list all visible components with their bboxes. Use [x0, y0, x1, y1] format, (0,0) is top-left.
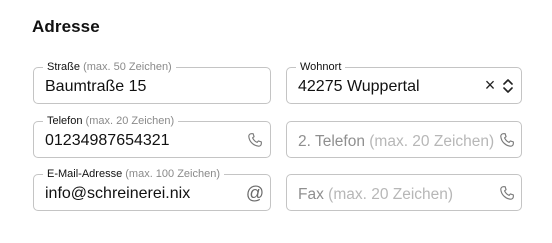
fax-placeholder[interactable]: Fax (max. 20 Zeichen) — [298, 185, 453, 204]
street-value[interactable]: Baumtraße 15 — [45, 77, 146, 96]
phone2-field[interactable]: 2. Telefon (max. 20 Zeichen) — [286, 121, 522, 158]
at-sign-icon[interactable]: @ — [246, 184, 264, 202]
section-title: Adresse — [32, 17, 100, 36]
email-label: E-Mail-Adresse (max. 100 Zeichen) — [43, 167, 225, 181]
email-label-hint: (max. 100 Zeichen) — [125, 168, 221, 180]
email-label-text: E-Mail-Adresse — [47, 168, 123, 180]
phone2-placeholder-hint: (max. 20 Zeichen) — [369, 133, 495, 150]
city-label-text: Wohnort — [300, 61, 342, 73]
phone-icon[interactable] — [498, 184, 516, 202]
clear-icon[interactable]: × — [481, 76, 499, 94]
phone2-placeholder-label: 2. Telefon — [298, 133, 365, 150]
street-label-hint: (max. 50 Zeichen) — [83, 61, 172, 73]
at-sign-glyph: @ — [245, 183, 265, 203]
phone-icon[interactable] — [246, 131, 264, 149]
phone-label-text: Telefon — [47, 115, 83, 127]
city-value[interactable]: 42275 Wuppertal — [298, 77, 420, 96]
street-label-text: Straße — [47, 61, 81, 73]
phone-label: Telefon (max. 20 Zeichen) — [43, 114, 179, 128]
chevron-up-down-icon[interactable] — [499, 77, 517, 95]
phone-icon[interactable] — [498, 131, 516, 149]
fax-field[interactable]: Fax (max. 20 Zeichen) — [286, 174, 522, 211]
email-value[interactable]: info@schreinerei.nix — [45, 184, 190, 203]
phone2-placeholder[interactable]: 2. Telefon (max. 20 Zeichen) — [298, 132, 494, 151]
fax-placeholder-hint: (max. 20 Zeichen) — [328, 186, 454, 203]
city-select[interactable]: Wohnort 42275 Wuppertal × — [286, 60, 522, 104]
street-label: Straße (max. 50 Zeichen) — [43, 60, 176, 74]
street-field[interactable]: Straße (max. 50 Zeichen) Baumtraße 15 — [33, 60, 271, 104]
clear-glyph: × — [484, 75, 496, 95]
phone-field[interactable]: Telefon (max. 20 Zeichen) 01234987654321 — [33, 114, 271, 158]
fax-placeholder-label: Fax — [298, 186, 324, 203]
phone-label-hint: (max. 20 Zeichen) — [85, 115, 175, 127]
city-label: Wohnort — [296, 60, 346, 74]
email-field[interactable]: E-Mail-Adresse (max. 100 Zeichen) info@s… — [33, 167, 271, 211]
phone-value[interactable]: 01234987654321 — [45, 131, 170, 150]
